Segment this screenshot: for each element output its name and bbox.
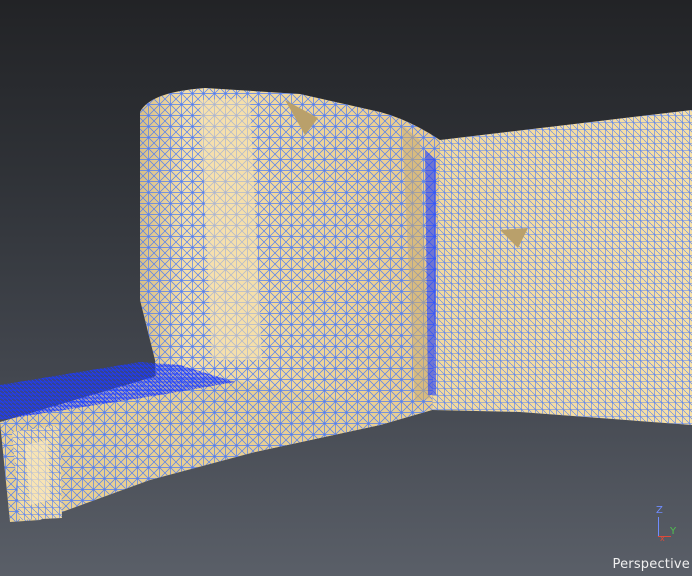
mesh-scene[interactable] [0,0,692,576]
axis-x-label: x [660,534,665,543]
axis-z-label: Z [656,505,663,516]
3d-viewport[interactable]: Z Y x Perspective [0,0,692,576]
viewport-label[interactable]: Perspective [613,557,691,572]
right-wall-mesh [432,110,692,425]
front-block-mesh [12,425,62,520]
axis-y-label: Y [670,526,677,537]
axis-gizmo-icon: Z Y x [648,506,688,546]
